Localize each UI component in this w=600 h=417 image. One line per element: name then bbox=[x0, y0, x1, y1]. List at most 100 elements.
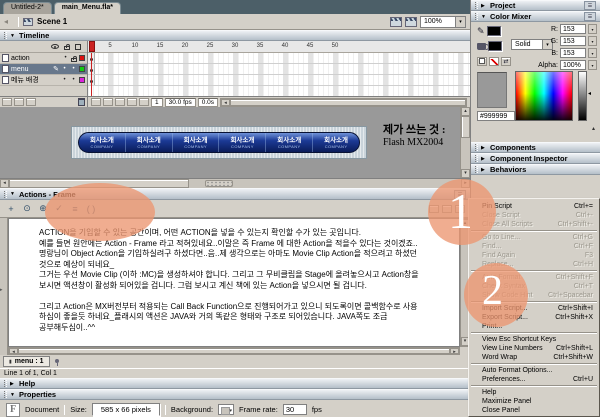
timeline-ruler[interactable]: 5101520253035404550 bbox=[88, 41, 470, 53]
nav-button-company[interactable]: 회사소개COMPANY bbox=[126, 133, 173, 152]
insert-layer-button[interactable] bbox=[2, 98, 12, 106]
properties-panel-header[interactable]: ▼ Properties bbox=[0, 389, 470, 400]
menu-item[interactable]: View Line NumbersCtrl+Shift+L bbox=[469, 344, 599, 353]
layer-outline-color[interactable] bbox=[79, 77, 85, 83]
panel-options-icon[interactable]: ☰ bbox=[584, 1, 596, 10]
collapse-arrow-icon[interactable]: ▼ bbox=[481, 14, 487, 20]
scroll-left-icon[interactable]: ◂ bbox=[9, 348, 18, 354]
stage-horizontal-scrollbar[interactable]: ◂ ▸ bbox=[0, 178, 470, 188]
no-color-icon[interactable] bbox=[489, 57, 499, 66]
menu-item[interactable]: Import Script...Ctrl+Shift+I bbox=[469, 304, 599, 313]
layer-visible-dot[interactable]: • bbox=[61, 77, 68, 83]
color-picker-gradient[interactable] bbox=[515, 71, 573, 121]
expand-arrow-icon[interactable]: ▶ bbox=[481, 156, 487, 162]
scroll-down-icon[interactable]: ▾ bbox=[461, 169, 470, 178]
actions-panel-header[interactable]: ▼ Actions - Frame ☰ bbox=[0, 188, 470, 200]
brightness-slider[interactable] bbox=[578, 71, 587, 121]
layer-lock-dot[interactable]: • bbox=[70, 66, 77, 72]
view-options-icon[interactable] bbox=[442, 205, 452, 213]
panel-options-icon[interactable]: ☰ bbox=[584, 12, 596, 21]
frame-row[interactable] bbox=[88, 75, 470, 86]
menu-item[interactable]: Auto Format Options... bbox=[469, 366, 599, 375]
menu-item[interactable]: Print... bbox=[469, 322, 599, 331]
edit-scene-icon[interactable] bbox=[390, 17, 402, 27]
show-hide-icon[interactable] bbox=[51, 44, 59, 49]
fill-color-swatch[interactable] bbox=[488, 41, 502, 51]
delete-layer-button[interactable] bbox=[78, 98, 85, 106]
tab-main-menu-fla[interactable]: main_Menu.fla* bbox=[54, 2, 121, 14]
chevron-down-icon[interactable]: ▾ bbox=[588, 60, 597, 70]
insert-folder-button[interactable] bbox=[26, 98, 36, 106]
insert-target-path-icon[interactable]: ⊕ bbox=[37, 203, 49, 215]
add-motion-guide-button[interactable] bbox=[14, 98, 24, 106]
nav-button-company[interactable]: 회사소개COMPANY bbox=[173, 133, 220, 152]
scroll-right-icon[interactable]: ▸ bbox=[450, 348, 459, 354]
collapse-arrow-icon[interactable]: ▼ bbox=[10, 191, 16, 197]
panel-options-icon[interactable]: ☰ bbox=[454, 190, 466, 199]
actions-toolbox-collapsed[interactable] bbox=[0, 218, 8, 355]
stroke-color-swatch[interactable] bbox=[487, 26, 501, 36]
onion-skin-button[interactable] bbox=[103, 98, 113, 106]
lock-icon[interactable] bbox=[64, 46, 70, 50]
expand-arrow-icon[interactable]: ▶ bbox=[481, 3, 487, 9]
component-inspector-panel-header[interactable]: ▶ Component Inspector bbox=[471, 153, 600, 164]
scroll-left-icon[interactable]: ◂ bbox=[0, 179, 9, 188]
scroll-right-icon[interactable]: ▸ bbox=[461, 179, 470, 188]
reference-icon[interactable] bbox=[455, 205, 465, 213]
expand-arrow-icon[interactable]: ▶ bbox=[481, 167, 487, 173]
collapse-arrow-icon[interactable]: ▼ bbox=[10, 392, 16, 398]
layer-visible-dot[interactable]: • bbox=[61, 66, 68, 72]
menu-item[interactable]: Pin ScriptCtrl+= bbox=[469, 202, 599, 211]
stroke-pencil-icon[interactable]: ✎ bbox=[477, 27, 485, 36]
chevron-down-icon[interactable]: ▾ bbox=[588, 36, 597, 46]
scroll-up-icon[interactable]: ▴ bbox=[461, 107, 470, 116]
background-color-swatch[interactable] bbox=[218, 404, 234, 415]
frame-row[interactable] bbox=[88, 64, 470, 75]
layer-lock-dot[interactable]: • bbox=[70, 77, 77, 83]
collapse-triangle-icon[interactable]: ▴ bbox=[592, 125, 595, 132]
project-panel-header[interactable]: ▶ Project ☰ bbox=[471, 0, 600, 11]
chevron-down-icon[interactable]: ▾ bbox=[588, 24, 597, 34]
layer-outline-color[interactable] bbox=[79, 55, 85, 61]
frame-rate-input[interactable] bbox=[283, 404, 307, 415]
stage[interactable]: 회사소개COMPANY회사소개COMPANY회사소개COMPANY회사소개COM… bbox=[0, 107, 470, 178]
document-size-button[interactable]: 585 x 66 pixels bbox=[92, 403, 160, 416]
menu-item[interactable]: View Esc Shortcut Keys bbox=[469, 335, 599, 344]
nav-button-company[interactable]: 회사소개COMPANY bbox=[219, 133, 266, 152]
stage-vertical-scrollbar[interactable]: ▴ ▾ bbox=[460, 107, 470, 178]
scroll-left-icon[interactable]: ◂ bbox=[221, 99, 230, 106]
tab-untitled-2[interactable]: Untitled-2* bbox=[3, 2, 52, 14]
expand-arrow-icon[interactable]: ▶ bbox=[481, 145, 487, 151]
menu-item[interactable]: Export Script...Ctrl+Shift+X bbox=[469, 313, 599, 322]
outline-icon[interactable] bbox=[75, 44, 81, 50]
nav-button-company[interactable]: 회사소개COMPANY bbox=[79, 133, 126, 152]
layer-row[interactable]: 메뉴 배경•• bbox=[0, 75, 87, 86]
zoom-combo[interactable]: 100% ▾ bbox=[420, 16, 466, 28]
check-syntax-icon[interactable]: ✓ bbox=[53, 203, 65, 215]
timeline-horizontal-scrollbar[interactable]: ◂ bbox=[220, 98, 467, 107]
collapse-arrow-icon[interactable]: ▼ bbox=[10, 33, 16, 39]
add-statement-icon[interactable]: + bbox=[5, 203, 17, 215]
layer-visible-dot[interactable]: • bbox=[62, 55, 69, 61]
onion-skin-outlines-button[interactable] bbox=[115, 98, 125, 106]
help-panel-header[interactable]: ▶ Help bbox=[0, 378, 470, 389]
alpha-value-input[interactable]: 100% bbox=[560, 60, 586, 70]
frame-rate-indicator[interactable]: 30.0 fps bbox=[165, 98, 196, 107]
menu-item[interactable]: Preferences...Ctrl+U bbox=[469, 375, 599, 384]
frame-grid[interactable] bbox=[88, 53, 470, 96]
hex-color-input[interactable]: #999999 bbox=[477, 111, 515, 121]
center-frame-button[interactable] bbox=[91, 98, 101, 106]
back-arrow-icon[interactable]: ◂ bbox=[4, 17, 14, 26]
fill-bucket-icon[interactable] bbox=[477, 43, 486, 50]
playhead[interactable] bbox=[89, 41, 95, 52]
scrollbar-thumb[interactable] bbox=[9, 179, 189, 188]
frame-row[interactable] bbox=[88, 53, 470, 64]
chevron-down-icon[interactable]: ▾ bbox=[588, 48, 597, 58]
menu-item[interactable]: Help bbox=[469, 388, 599, 397]
pin-script-icon[interactable] bbox=[53, 358, 61, 366]
slider-marker-icon[interactable]: ◂ bbox=[588, 90, 591, 97]
scrollbar-thumb[interactable] bbox=[230, 99, 466, 106]
components-panel-header[interactable]: ▶ Components bbox=[471, 142, 600, 153]
menu-item[interactable]: Close Panel bbox=[469, 406, 599, 415]
scrollbar-thumb[interactable] bbox=[18, 348, 450, 354]
